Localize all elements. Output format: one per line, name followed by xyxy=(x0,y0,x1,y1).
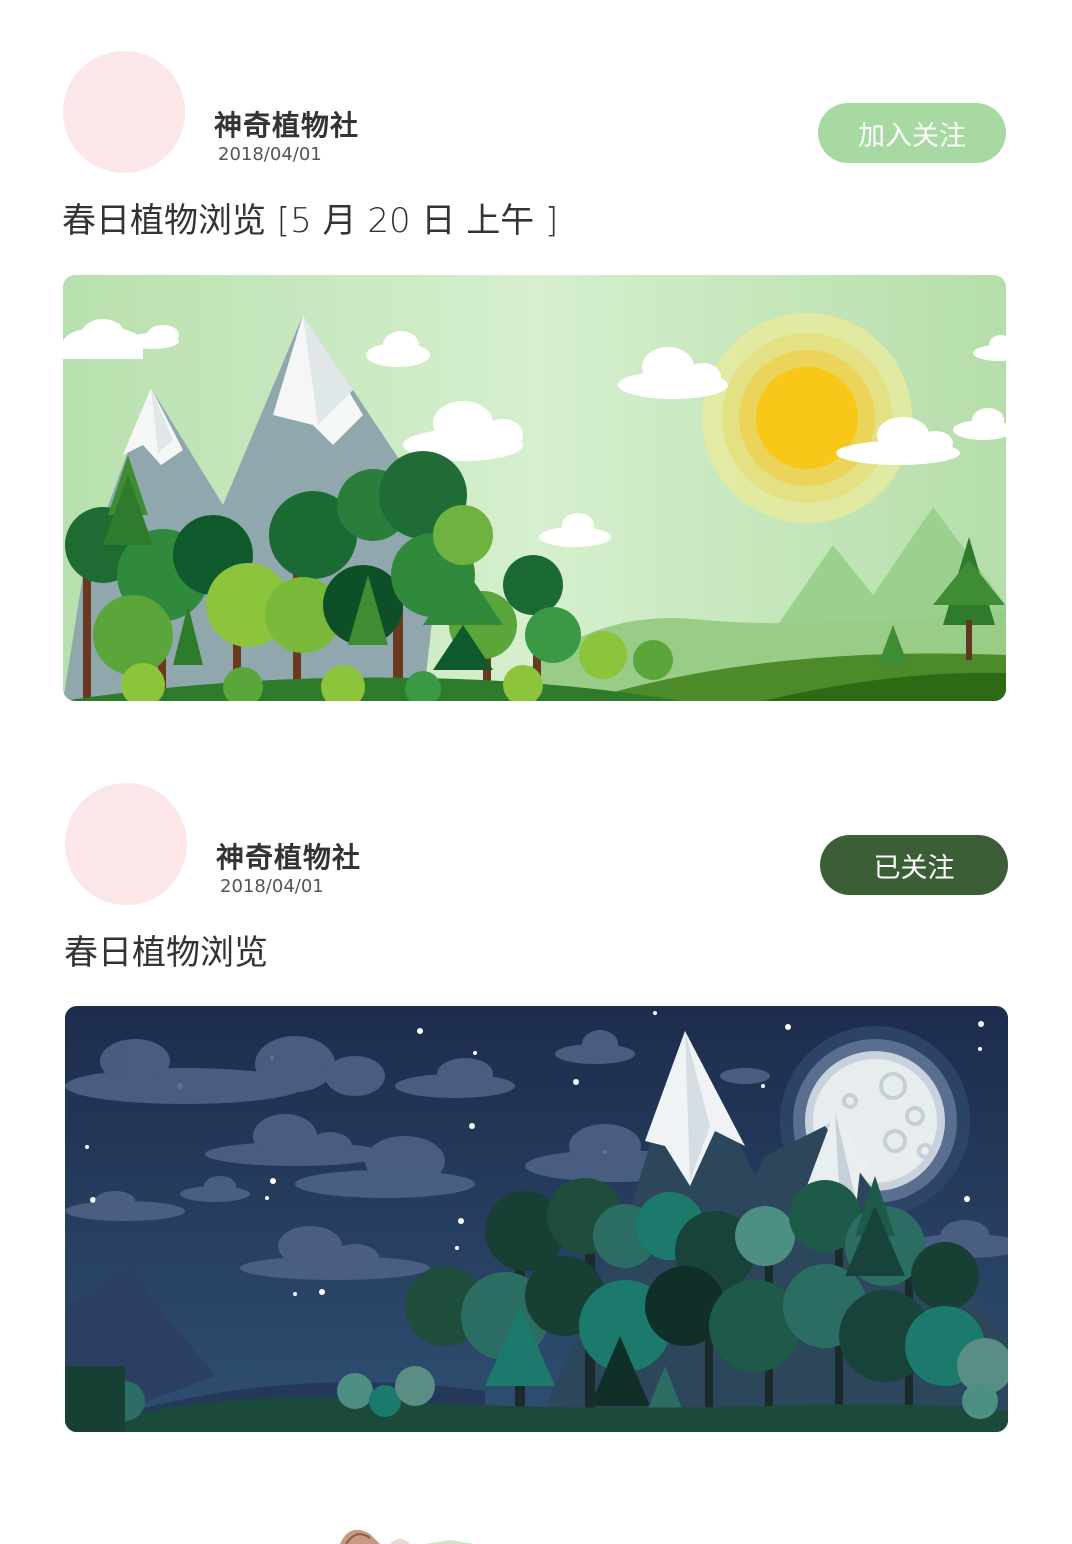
post-date: 2018/04/01 xyxy=(218,144,322,165)
night-forest-illustration xyxy=(65,1006,1008,1432)
author-name[interactable]: 神奇植物社 xyxy=(216,836,361,876)
leaf-illustration xyxy=(340,1529,475,1544)
author-name[interactable]: 神奇植物社 xyxy=(214,104,359,144)
follow-button[interactable]: 加入关注 xyxy=(818,103,1006,163)
post-date: 2018/04/01 xyxy=(220,876,324,897)
avatar[interactable] xyxy=(63,51,185,173)
post-image-day[interactable] xyxy=(63,275,1006,701)
following-button[interactable]: 已关注 xyxy=(820,835,1008,895)
next-post-image-peek[interactable] xyxy=(330,1520,490,1544)
post-title[interactable]: 春日植物浏览 xyxy=(64,925,268,974)
avatar[interactable] xyxy=(65,783,187,905)
post-title[interactable]: 春日植物浏览 [5 月 20 日 上午 ] xyxy=(62,193,558,242)
day-forest-illustration xyxy=(63,275,1006,701)
post-image-night[interactable] xyxy=(65,1006,1008,1432)
